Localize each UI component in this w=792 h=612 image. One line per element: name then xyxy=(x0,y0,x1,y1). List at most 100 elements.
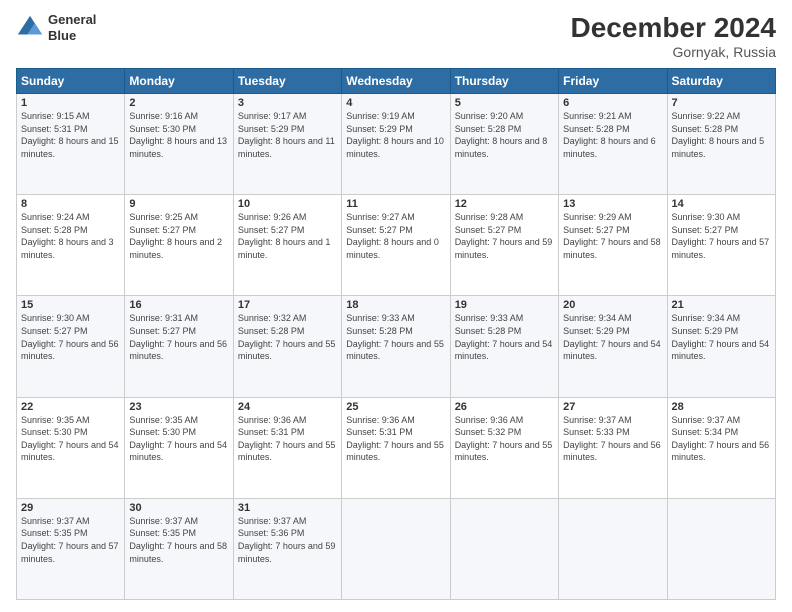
day-info: Sunrise: 9:25 AM Sunset: 5:27 PM Dayligh… xyxy=(129,211,228,261)
day-info: Sunrise: 9:17 AM Sunset: 5:29 PM Dayligh… xyxy=(238,110,337,160)
calendar-cell: 31Sunrise: 9:37 AM Sunset: 5:36 PM Dayli… xyxy=(233,498,341,599)
day-number: 31 xyxy=(238,502,337,514)
page: General Blue December 2024 Gornyak, Russ… xyxy=(0,0,792,612)
calendar-table: SundayMondayTuesdayWednesdayThursdayFrid… xyxy=(16,68,776,600)
calendar-cell: 13Sunrise: 9:29 AM Sunset: 5:27 PM Dayli… xyxy=(559,195,667,296)
calendar-cell: 28Sunrise: 9:37 AM Sunset: 5:34 PM Dayli… xyxy=(667,397,775,498)
calendar-cell: 25Sunrise: 9:36 AM Sunset: 5:31 PM Dayli… xyxy=(342,397,450,498)
calendar-cell: 19Sunrise: 9:33 AM Sunset: 5:28 PM Dayli… xyxy=(450,296,558,397)
day-number: 9 xyxy=(129,198,228,210)
day-number: 13 xyxy=(563,198,662,210)
weekday-header-wednesday: Wednesday xyxy=(342,69,450,94)
calendar-cell: 27Sunrise: 9:37 AM Sunset: 5:33 PM Dayli… xyxy=(559,397,667,498)
day-number: 11 xyxy=(346,198,445,210)
day-number: 7 xyxy=(672,97,771,109)
day-info: Sunrise: 9:31 AM Sunset: 5:27 PM Dayligh… xyxy=(129,312,228,362)
calendar-cell: 1Sunrise: 9:15 AM Sunset: 5:31 PM Daylig… xyxy=(17,94,125,195)
calendar-cell: 8Sunrise: 9:24 AM Sunset: 5:28 PM Daylig… xyxy=(17,195,125,296)
calendar-cell xyxy=(342,498,450,599)
calendar-cell: 11Sunrise: 9:27 AM Sunset: 5:27 PM Dayli… xyxy=(342,195,450,296)
calendar-cell xyxy=(450,498,558,599)
day-number: 19 xyxy=(455,299,554,311)
day-number: 24 xyxy=(238,401,337,413)
calendar-cell: 3Sunrise: 9:17 AM Sunset: 5:29 PM Daylig… xyxy=(233,94,341,195)
day-number: 4 xyxy=(346,97,445,109)
day-info: Sunrise: 9:15 AM Sunset: 5:31 PM Dayligh… xyxy=(21,110,120,160)
weekday-header-friday: Friday xyxy=(559,69,667,94)
calendar-cell: 22Sunrise: 9:35 AM Sunset: 5:30 PM Dayli… xyxy=(17,397,125,498)
day-number: 15 xyxy=(21,299,120,311)
day-info: Sunrise: 9:35 AM Sunset: 5:30 PM Dayligh… xyxy=(129,414,228,464)
day-number: 5 xyxy=(455,97,554,109)
calendar-cell: 4Sunrise: 9:19 AM Sunset: 5:29 PM Daylig… xyxy=(342,94,450,195)
day-number: 6 xyxy=(563,97,662,109)
header: General Blue December 2024 Gornyak, Russ… xyxy=(16,12,776,60)
day-info: Sunrise: 9:36 AM Sunset: 5:31 PM Dayligh… xyxy=(238,414,337,464)
calendar-header: SundayMondayTuesdayWednesdayThursdayFrid… xyxy=(17,69,776,94)
day-info: Sunrise: 9:37 AM Sunset: 5:36 PM Dayligh… xyxy=(238,515,337,565)
day-info: Sunrise: 9:32 AM Sunset: 5:28 PM Dayligh… xyxy=(238,312,337,362)
day-number: 26 xyxy=(455,401,554,413)
calendar-cell: 6Sunrise: 9:21 AM Sunset: 5:28 PM Daylig… xyxy=(559,94,667,195)
logo-icon xyxy=(16,14,44,42)
day-number: 1 xyxy=(21,97,120,109)
logo-text: General Blue xyxy=(48,12,96,43)
calendar-cell: 23Sunrise: 9:35 AM Sunset: 5:30 PM Dayli… xyxy=(125,397,233,498)
day-info: Sunrise: 9:33 AM Sunset: 5:28 PM Dayligh… xyxy=(346,312,445,362)
calendar-cell: 2Sunrise: 9:16 AM Sunset: 5:30 PM Daylig… xyxy=(125,94,233,195)
day-info: Sunrise: 9:29 AM Sunset: 5:27 PM Dayligh… xyxy=(563,211,662,261)
day-number: 28 xyxy=(672,401,771,413)
calendar-cell: 10Sunrise: 9:26 AM Sunset: 5:27 PM Dayli… xyxy=(233,195,341,296)
calendar-cell: 5Sunrise: 9:20 AM Sunset: 5:28 PM Daylig… xyxy=(450,94,558,195)
day-info: Sunrise: 9:36 AM Sunset: 5:31 PM Dayligh… xyxy=(346,414,445,464)
day-number: 29 xyxy=(21,502,120,514)
calendar-cell: 18Sunrise: 9:33 AM Sunset: 5:28 PM Dayli… xyxy=(342,296,450,397)
day-info: Sunrise: 9:33 AM Sunset: 5:28 PM Dayligh… xyxy=(455,312,554,362)
day-info: Sunrise: 9:37 AM Sunset: 5:35 PM Dayligh… xyxy=(21,515,120,565)
day-number: 10 xyxy=(238,198,337,210)
calendar-cell xyxy=(559,498,667,599)
day-info: Sunrise: 9:27 AM Sunset: 5:27 PM Dayligh… xyxy=(346,211,445,261)
day-number: 27 xyxy=(563,401,662,413)
day-info: Sunrise: 9:30 AM Sunset: 5:27 PM Dayligh… xyxy=(21,312,120,362)
day-number: 20 xyxy=(563,299,662,311)
day-info: Sunrise: 9:16 AM Sunset: 5:30 PM Dayligh… xyxy=(129,110,228,160)
weekday-header-sunday: Sunday xyxy=(17,69,125,94)
day-info: Sunrise: 9:24 AM Sunset: 5:28 PM Dayligh… xyxy=(21,211,120,261)
weekday-header-thursday: Thursday xyxy=(450,69,558,94)
day-number: 17 xyxy=(238,299,337,311)
day-info: Sunrise: 9:37 AM Sunset: 5:34 PM Dayligh… xyxy=(672,414,771,464)
calendar-cell: 29Sunrise: 9:37 AM Sunset: 5:35 PM Dayli… xyxy=(17,498,125,599)
day-number: 30 xyxy=(129,502,228,514)
weekday-header-monday: Monday xyxy=(125,69,233,94)
day-number: 21 xyxy=(672,299,771,311)
day-number: 12 xyxy=(455,198,554,210)
weekday-header-row: SundayMondayTuesdayWednesdayThursdayFrid… xyxy=(17,69,776,94)
calendar-cell: 17Sunrise: 9:32 AM Sunset: 5:28 PM Dayli… xyxy=(233,296,341,397)
day-number: 16 xyxy=(129,299,228,311)
calendar-cell xyxy=(667,498,775,599)
location: Gornyak, Russia xyxy=(571,44,776,60)
week-row-1: 1Sunrise: 9:15 AM Sunset: 5:31 PM Daylig… xyxy=(17,94,776,195)
calendar-cell: 7Sunrise: 9:22 AM Sunset: 5:28 PM Daylig… xyxy=(667,94,775,195)
day-info: Sunrise: 9:36 AM Sunset: 5:32 PM Dayligh… xyxy=(455,414,554,464)
title-block: December 2024 Gornyak, Russia xyxy=(571,12,776,60)
calendar-cell: 21Sunrise: 9:34 AM Sunset: 5:29 PM Dayli… xyxy=(667,296,775,397)
month-title: December 2024 xyxy=(571,12,776,44)
day-number: 8 xyxy=(21,198,120,210)
calendar-cell: 26Sunrise: 9:36 AM Sunset: 5:32 PM Dayli… xyxy=(450,397,558,498)
day-info: Sunrise: 9:34 AM Sunset: 5:29 PM Dayligh… xyxy=(672,312,771,362)
week-row-3: 15Sunrise: 9:30 AM Sunset: 5:27 PM Dayli… xyxy=(17,296,776,397)
weekday-header-saturday: Saturday xyxy=(667,69,775,94)
day-number: 23 xyxy=(129,401,228,413)
day-number: 14 xyxy=(672,198,771,210)
day-info: Sunrise: 9:34 AM Sunset: 5:29 PM Dayligh… xyxy=(563,312,662,362)
calendar-cell: 15Sunrise: 9:30 AM Sunset: 5:27 PM Dayli… xyxy=(17,296,125,397)
day-info: Sunrise: 9:19 AM Sunset: 5:29 PM Dayligh… xyxy=(346,110,445,160)
calendar-cell: 14Sunrise: 9:30 AM Sunset: 5:27 PM Dayli… xyxy=(667,195,775,296)
week-row-5: 29Sunrise: 9:37 AM Sunset: 5:35 PM Dayli… xyxy=(17,498,776,599)
day-number: 2 xyxy=(129,97,228,109)
day-info: Sunrise: 9:21 AM Sunset: 5:28 PM Dayligh… xyxy=(563,110,662,160)
day-number: 3 xyxy=(238,97,337,109)
week-row-2: 8Sunrise: 9:24 AM Sunset: 5:28 PM Daylig… xyxy=(17,195,776,296)
